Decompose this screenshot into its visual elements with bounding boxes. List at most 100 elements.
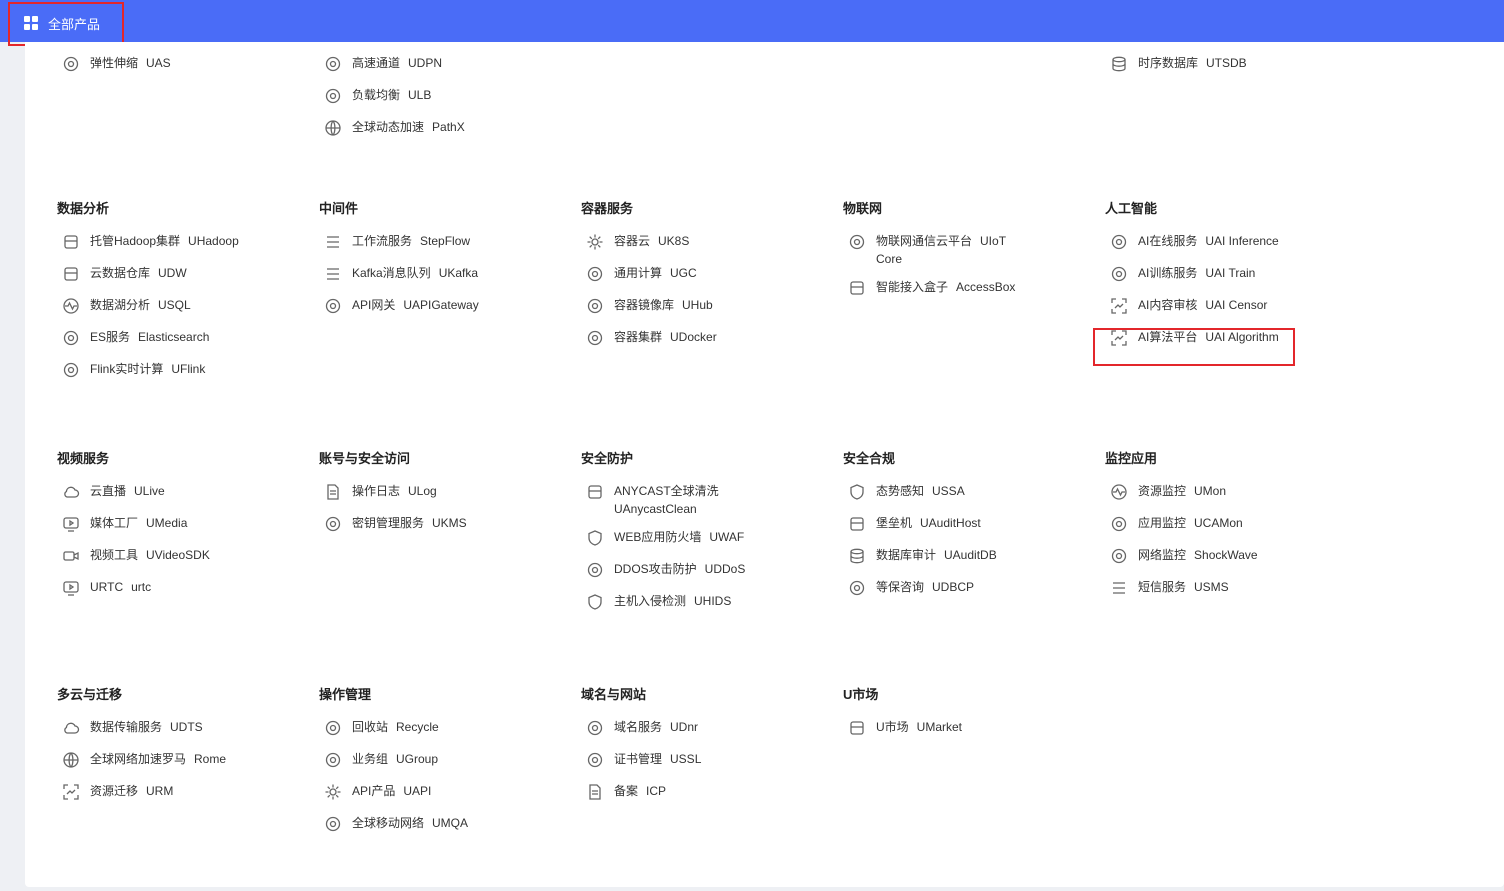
section-title: 域名与网站 <box>581 687 647 702</box>
product-item-umarket[interactable]: U市场 UMarket <box>843 718 962 740</box>
product-item-uhadoop[interactable]: 托管Hadoop集群 UHadoop <box>57 232 239 254</box>
gateway-icon <box>324 297 342 315</box>
product-item-ucamon[interactable]: 应用监控 UCAMon <box>1105 514 1258 536</box>
product-name: 弹性伸缩 <box>90 56 139 70</box>
section-title: 数据分析 <box>57 201 110 216</box>
product-code: UCAMon <box>1194 516 1243 530</box>
product-item-ugroup[interactable]: 业务组 UGroup <box>319 750 468 772</box>
product-item-uas[interactable]: 弹性伸缩 UAS <box>57 54 171 76</box>
screen-play-icon <box>62 579 80 597</box>
product-name: 时序数据库 <box>1138 56 1199 70</box>
product-item-ussl[interactable]: 证书管理 USSL <box>581 750 701 772</box>
product-label: Flink实时计算 UFlink <box>90 360 205 378</box>
product-name: 操作日志 <box>352 484 401 498</box>
key-icon <box>324 515 342 533</box>
product-item-uwaf[interactable]: WEB应用防火墙 UWAF <box>581 528 764 550</box>
product-item-uai-censor[interactable]: AI内容审核 UAI Censor <box>1105 296 1279 318</box>
product-item-urm[interactable]: 资源迁移 URM <box>57 782 226 804</box>
product-item-ulive[interactable]: 云直播 ULive <box>57 482 210 504</box>
basket-icon <box>586 483 604 501</box>
product-item-udocker[interactable]: 容器集群 UDocker <box>581 328 717 350</box>
product-item-urtc[interactable]: URTC urtc <box>57 578 210 600</box>
product-item-udnr[interactable]: 域名服务 UDnr <box>581 718 701 740</box>
product-label: ANYCAST全球清洗 UAnycastClean <box>614 482 764 518</box>
product-item-stepflow[interactable]: 工作流服务 StepFlow <box>319 232 479 254</box>
icp-icon <box>586 783 604 801</box>
product-name: AI在线服务 <box>1138 234 1198 248</box>
product-item-uai-train[interactable]: AI训练服务 UAI Train <box>1105 264 1279 286</box>
product-item-uaudithost[interactable]: 堡垒机 UAuditHost <box>843 514 997 536</box>
product-name: 容器镜像库 <box>614 298 675 312</box>
product-code: UMQA <box>432 816 469 830</box>
section-1-1: 中间件 工作流服务 StepFlow Kafka消息队列 UKafka API网关 UAPI… <box>319 200 479 328</box>
product-item-ugc[interactable]: 通用计算 UGC <box>581 264 717 286</box>
product-name: 回收站 <box>352 720 389 734</box>
channel-icon <box>324 55 342 73</box>
product-item-udts[interactable]: 数据传输服务 UDTS <box>57 718 226 740</box>
product-item-icp[interactable]: 备案 ICP <box>581 782 701 804</box>
product-label: 数据湖分析 USQL <box>90 296 191 314</box>
product-code: UHIDS <box>694 594 732 608</box>
host-shield-icon <box>586 593 604 611</box>
product-item-udbcp[interactable]: 等保咨询 UDBCP <box>843 578 997 600</box>
product-item-uanycastclean[interactable]: ANYCAST全球清洗 UAnycastClean <box>581 482 764 518</box>
product-item-elasticsearch[interactable]: ES服务 Elasticsearch <box>57 328 239 350</box>
product-label: 容器云 UK8S <box>614 232 689 250</box>
product-item-uk8s[interactable]: 容器云 UK8S <box>581 232 717 254</box>
product-item-utsdb[interactable]: 时序数据库 UTSDB <box>1105 54 1247 76</box>
product-item-uddos[interactable]: DDOS攻击防护 UDDoS <box>581 560 764 582</box>
wave-icon <box>1110 547 1128 565</box>
product-item-usms[interactable]: 短信服务 USMS <box>1105 578 1258 600</box>
product-item-pathx[interactable]: 全球动态加速 PathX <box>319 118 465 140</box>
product-item-shockwave[interactable]: 网络监控 ShockWave <box>1105 546 1258 568</box>
product-item-uai-inference[interactable]: AI在线服务 UAI Inference <box>1105 232 1279 254</box>
queue-icon <box>324 265 342 283</box>
product-item-umon[interactable]: 资源监控 UMon <box>1105 482 1258 504</box>
section-1-2: 容器服务 容器云 UK8S 通用计算 UGC 容器镜像库 UHub 容器集群 UDocker <box>581 200 717 360</box>
database-icon <box>1110 55 1128 73</box>
product-item-accessbox[interactable]: 智能接入盒子 AccessBox <box>843 278 1026 300</box>
product-name: 堡垒机 <box>876 516 913 530</box>
product-item-uhub[interactable]: 容器镜像库 UHub <box>581 296 717 318</box>
product-name: 态势感知 <box>876 484 925 498</box>
product-item-rome[interactable]: 全球网络加速罗马 Rome <box>57 750 226 772</box>
product-item-udpn[interactable]: 高速通道 UDPN <box>319 54 465 76</box>
product-item-ukafka[interactable]: Kafka消息队列 UKafka <box>319 264 479 286</box>
product-item-uauditdb[interactable]: 数据库审计 UAuditDB <box>843 546 997 568</box>
product-code: UAPI <box>403 784 432 798</box>
product-name: 密钥管理服务 <box>352 516 425 530</box>
product-item-ulog[interactable]: 操作日志 ULog <box>319 482 467 504</box>
product-item-ukms[interactable]: 密钥管理服务 UKMS <box>319 514 467 536</box>
section-2-1: 账号与安全访问 操作日志 ULog 密钥管理服务 UKMS <box>319 450 467 546</box>
section-3-3: U市场 U市场 UMarket <box>843 686 962 750</box>
media-icon <box>62 515 80 533</box>
section-3-2: 域名与网站域名服务 UDnr 证书管理 USSL 备案 ICP <box>581 686 701 814</box>
section-2-2: 安全防护 ANYCAST全球清洗 UAnycastClean WEB应用防火墙 UWAF… <box>581 450 764 624</box>
product-item-uapi[interactable]: API产品 UAPI <box>319 782 468 804</box>
product-item-usql[interactable]: 数据湖分析 USQL <box>57 296 239 318</box>
section-2-3: 安全合规 态势感知 USSA 堡垒机 UAuditHost 数据库审计 UAuditDB 等保… <box>843 450 997 610</box>
product-item-ussa[interactable]: 态势感知 USSA <box>843 482 997 504</box>
product-item-uhids[interactable]: 主机入侵检测 UHIDS <box>581 592 764 614</box>
product-item-recycle[interactable]: 回收站 Recycle <box>319 718 468 740</box>
product-item-ulb[interactable]: 负载均衡 ULB <box>319 86 465 108</box>
accelerate-icon <box>324 119 342 137</box>
product-item-umedia[interactable]: 媒体工厂 UMedia <box>57 514 210 536</box>
all-products-button[interactable]: 全部产品 <box>12 4 112 42</box>
product-code: UK8S <box>658 234 690 248</box>
api-icon <box>324 783 342 801</box>
product-label: 备案 ICP <box>614 782 666 800</box>
product-item-uvideosdk[interactable]: 视频工具 UVideoSDK <box>57 546 210 568</box>
product-name: DDOS攻击防护 <box>614 562 697 576</box>
product-item-uapigateway[interactable]: API网关 UAPIGateway <box>319 296 479 318</box>
product-item-uiot-core[interactable]: 物联网通信云平台 UIoT Core <box>843 232 1026 268</box>
product-item-uai-algorithm[interactable]: AI算法平台 UAI Algorithm <box>1105 328 1279 350</box>
shield-check-icon <box>848 483 866 501</box>
recycle-icon <box>324 719 342 737</box>
product-label: 全球移动网络 UMQA <box>352 814 468 832</box>
product-item-udw[interactable]: 云数据仓库 UDW <box>57 264 239 286</box>
section-2-0: 视频服务 云直播 ULive 媒体工厂 UMedia 视频工具 UVideoSDK URTC u… <box>57 450 210 610</box>
product-item-uflink[interactable]: Flink实时计算 UFlink <box>57 360 239 382</box>
product-item-umqa[interactable]: 全球移动网络 UMQA <box>319 814 468 836</box>
cloud-transfer-icon <box>62 719 80 737</box>
